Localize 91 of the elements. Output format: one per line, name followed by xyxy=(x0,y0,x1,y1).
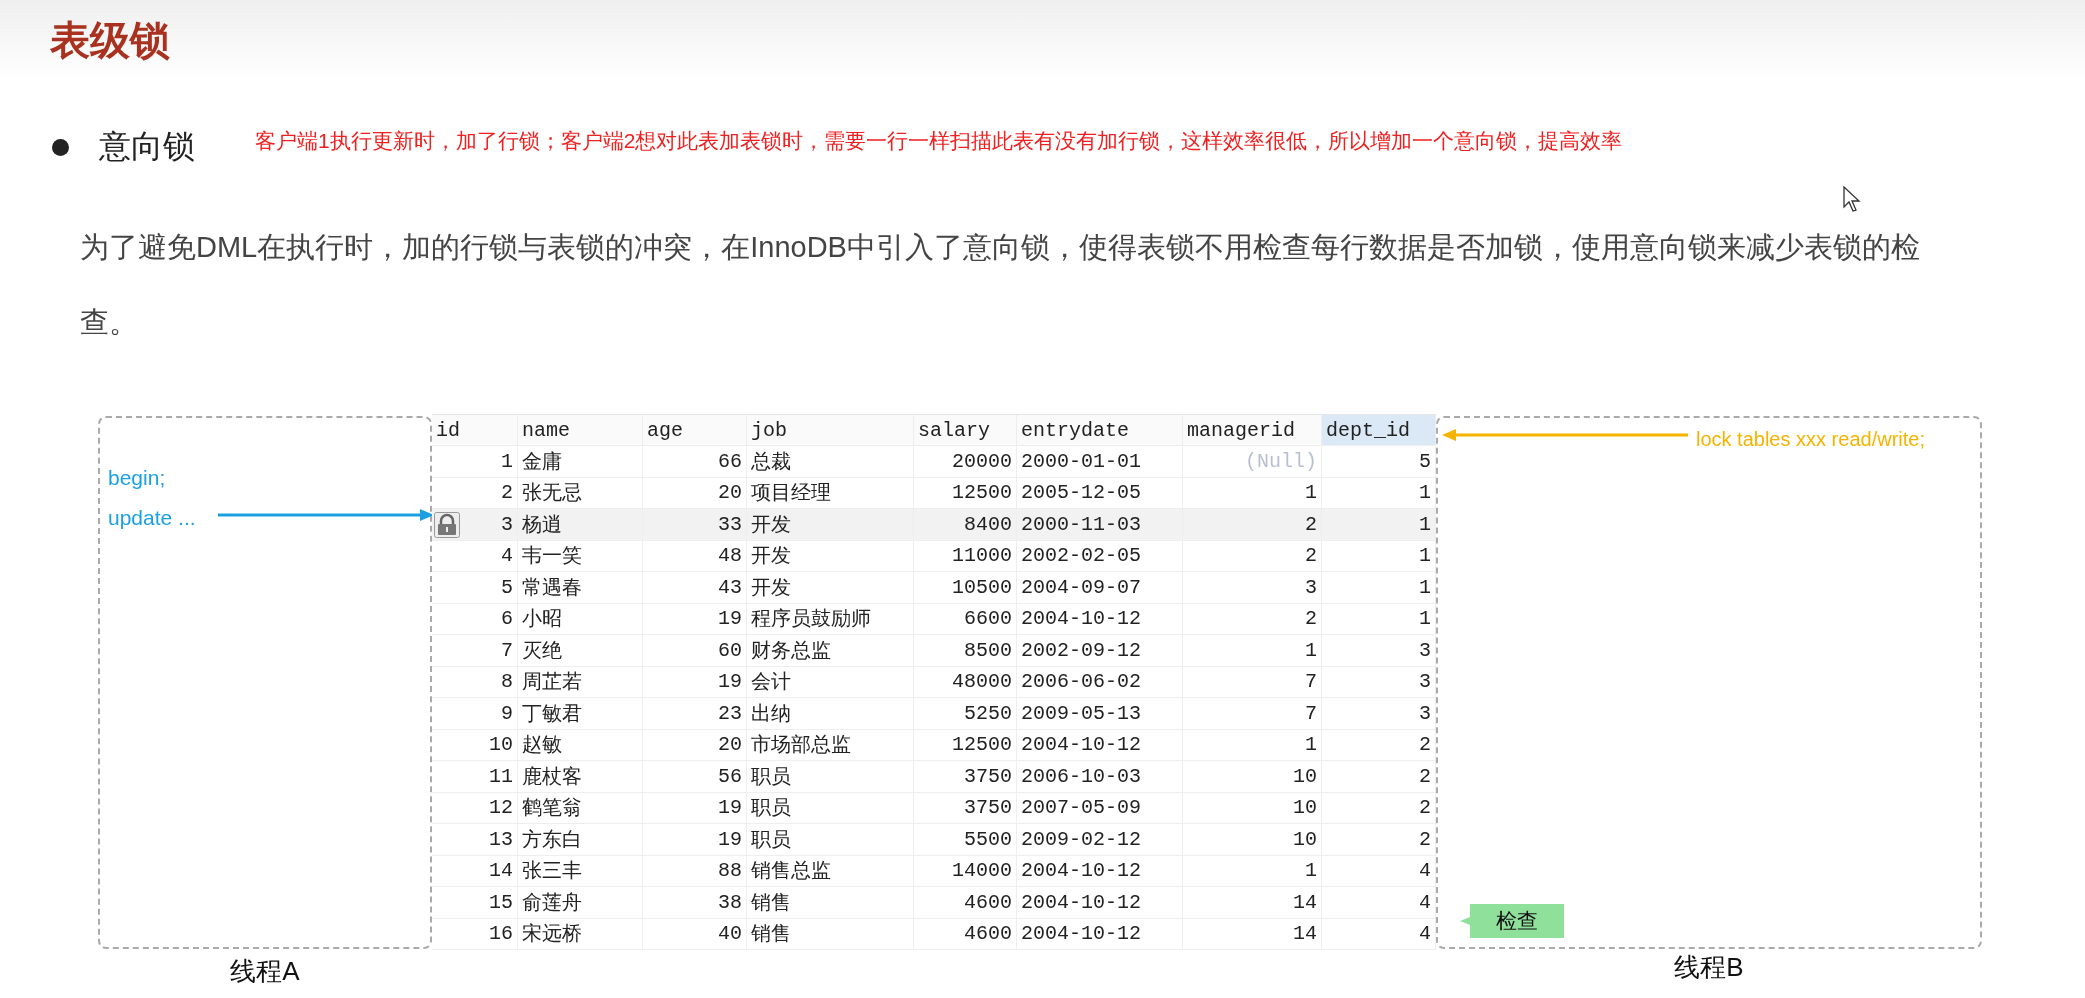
table-cell: 2009-05-13 xyxy=(1017,698,1183,730)
table-cell: 5 xyxy=(1322,446,1436,478)
table-cell: 灭绝 xyxy=(518,635,643,667)
column-header[interactable]: name xyxy=(518,415,643,446)
table-cell: 16 xyxy=(432,918,518,950)
table-cell: 4600 xyxy=(914,887,1017,919)
table-cell: 2 xyxy=(1322,824,1436,856)
table-cell: 66 xyxy=(643,446,747,478)
table-cell: 5500 xyxy=(914,824,1017,856)
table-cell: 2 xyxy=(1183,509,1322,541)
table-cell: 43 xyxy=(643,572,747,604)
table-cell: 2000-01-01 xyxy=(1017,446,1183,478)
table-cell: 3 xyxy=(1183,572,1322,604)
table-cell: 8400 xyxy=(914,509,1017,541)
table-cell: 开发 xyxy=(747,572,914,604)
table-cell: 4 xyxy=(1322,918,1436,950)
table-cell: 14 xyxy=(1183,887,1322,919)
callout-label: 检查 xyxy=(1460,904,1564,938)
thread-label: 线程A xyxy=(229,955,301,988)
table-cell: 3 xyxy=(1322,635,1436,667)
table-cell: 总裁 xyxy=(747,446,914,478)
table-cell: 10500 xyxy=(914,572,1017,604)
table-cell: 2006-10-03 xyxy=(1017,761,1183,793)
table-cell: 7 xyxy=(1183,698,1322,730)
bullet-icon xyxy=(52,138,69,156)
table-cell: 60 xyxy=(643,635,747,667)
column-header[interactable]: dept_id xyxy=(1322,415,1436,446)
table-cell: 7 xyxy=(432,635,518,667)
table-cell: 19 xyxy=(643,824,747,856)
table-cell: 2002-09-12 xyxy=(1017,635,1183,667)
table-cell: 金庸 xyxy=(518,446,643,478)
code-line: update ... xyxy=(108,505,196,531)
table-cell: 38 xyxy=(643,887,747,919)
table-cell: 2 xyxy=(1322,761,1436,793)
column-header[interactable]: id xyxy=(432,415,518,446)
cursor-icon xyxy=(1843,186,1861,212)
table-cell: 俞莲舟 xyxy=(518,887,643,919)
table-cell: 2000-11-03 xyxy=(1017,509,1183,541)
table-cell: 56 xyxy=(643,761,747,793)
table-cell: 方东白 xyxy=(518,824,643,856)
column-header[interactable]: age xyxy=(643,415,747,446)
table-cell: 职员 xyxy=(747,824,914,856)
table-cell: 40 xyxy=(643,918,747,950)
table-cell: 9 xyxy=(432,698,518,730)
table-cell: 8500 xyxy=(914,635,1017,667)
command-text: lock tables xxx read/write; xyxy=(1696,428,1925,451)
table-cell: 10 xyxy=(1183,824,1322,856)
table-cell: 杨逍 xyxy=(518,509,643,541)
table-cell: 5 xyxy=(432,572,518,604)
table-cell: 4600 xyxy=(914,918,1017,950)
paragraph: 为了避免DML在执行时，加的行锁与表锁的冲突，在InnoDB中引入了意向锁，使得表锁不用检查每行数据是否加锁，使用意向锁来减少表锁的检查。 xyxy=(80,230,1921,340)
table-cell: 1 xyxy=(1322,572,1436,604)
code-line: begin; xyxy=(108,465,166,491)
bullet-label: 意向锁 xyxy=(99,127,195,166)
table-cell: 职员 xyxy=(747,761,914,793)
table-cell: (Null) xyxy=(1183,446,1322,478)
column-header[interactable]: salary xyxy=(914,415,1017,446)
table-cell: 20000 xyxy=(914,446,1017,478)
table-cell: 2009-02-12 xyxy=(1017,824,1183,856)
table-cell: 财务总监 xyxy=(747,635,914,667)
column-header[interactable]: job xyxy=(747,415,914,446)
table-cell: 常遇春 xyxy=(518,572,643,604)
table-cell: 23 xyxy=(643,698,747,730)
table-cell: 2004-09-07 xyxy=(1017,572,1183,604)
table-cell: 销售 xyxy=(747,918,914,950)
table-cell: 15 xyxy=(432,887,518,919)
table-cell: 5250 xyxy=(914,698,1017,730)
table-cell: 2004-10-12 xyxy=(1017,918,1183,950)
column-header[interactable]: managerid xyxy=(1183,415,1322,446)
table-cell: 销售 xyxy=(747,887,914,919)
table-cell: 开发 xyxy=(747,509,914,541)
annotation-note: 客户端1执行更新时，加了行锁；客户端2想对此表加表锁时，需要一行一样扫描此表有没有加行锁，这样效率很低，所以增加一个意向锁，提高效率 xyxy=(255,128,1623,154)
table-cell: 出纳 xyxy=(747,698,914,730)
table-cell: 1 xyxy=(1183,635,1322,667)
table-cell: 14 xyxy=(1183,918,1322,950)
thread-label: 线程B xyxy=(1673,951,1745,984)
table-cell: 10 xyxy=(1183,761,1322,793)
table-cell: 33 xyxy=(643,509,747,541)
table-cell: 13 xyxy=(432,824,518,856)
table-cell: 宋远桥 xyxy=(518,918,643,950)
table-cell: 11 xyxy=(432,761,518,793)
table-cell: 1 xyxy=(1322,509,1436,541)
column-header[interactable]: entrydate xyxy=(1017,415,1183,446)
table-cell: 1 xyxy=(432,446,518,478)
table-cell: 2004-10-12 xyxy=(1017,887,1183,919)
table-cell: 4 xyxy=(1322,887,1436,919)
table-cell: 鹿杖客 xyxy=(518,761,643,793)
slide-title: 表级锁 xyxy=(50,16,170,64)
table-cell: 丁敏君 xyxy=(518,698,643,730)
table-cell: 3 xyxy=(1322,698,1436,730)
table-cell: 3750 xyxy=(914,761,1017,793)
